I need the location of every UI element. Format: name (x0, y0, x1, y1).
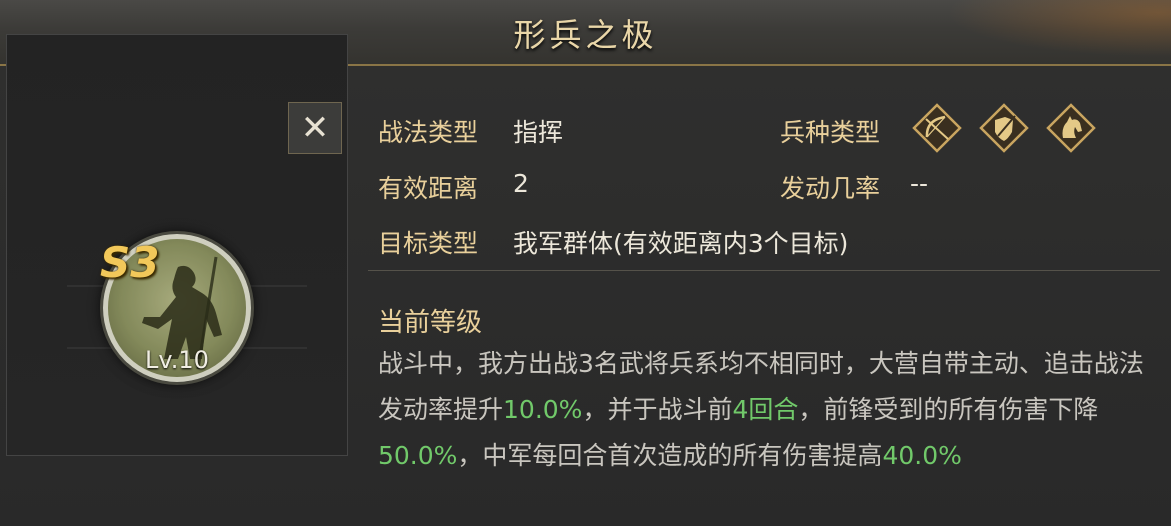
bow-icon[interactable] (912, 103, 962, 153)
target-type-label: 目标类型 (378, 229, 479, 258)
desc-segment: ，中军每回合首次造成的所有伤害提高 (457, 441, 883, 470)
skill-description: 战斗中，我方出战3名武将兵系均不相同时，大营自带主动、追击战法发动率提升10.0… (378, 341, 1158, 479)
desc-highlight: 4回合 (732, 395, 799, 424)
shield-icon[interactable] (979, 103, 1029, 153)
current-level-title: 当前等级 (378, 308, 483, 338)
skill-level: Lv.10 (145, 346, 209, 374)
desc-highlight: 10.0% (503, 395, 583, 424)
trigger-rate-label: 发动几率 (780, 174, 881, 203)
troop-type-label: 兵种类型 (780, 118, 881, 147)
target-type-value: 我军群体(有效距离内3个目标) (513, 229, 849, 258)
skill-grade: S3 (100, 238, 160, 287)
desc-segment: ，并于战斗前 (582, 395, 733, 424)
tactic-type-label: 战法类型 (378, 118, 479, 147)
range-value: 2 (513, 169, 529, 198)
desc-highlight: 50.0% (378, 441, 458, 470)
tactic-type-value: 指挥 (513, 118, 564, 147)
close-button[interactable]: ✕ (288, 102, 342, 154)
range-label: 有效距离 (378, 174, 479, 203)
divider (368, 270, 1160, 271)
desc-highlight: 40.0% (882, 441, 962, 470)
horse-icon[interactable] (1046, 103, 1096, 153)
trigger-rate-value: -- (910, 169, 929, 198)
desc-segment: ，前锋受到的所有伤害下降 (798, 395, 1099, 424)
